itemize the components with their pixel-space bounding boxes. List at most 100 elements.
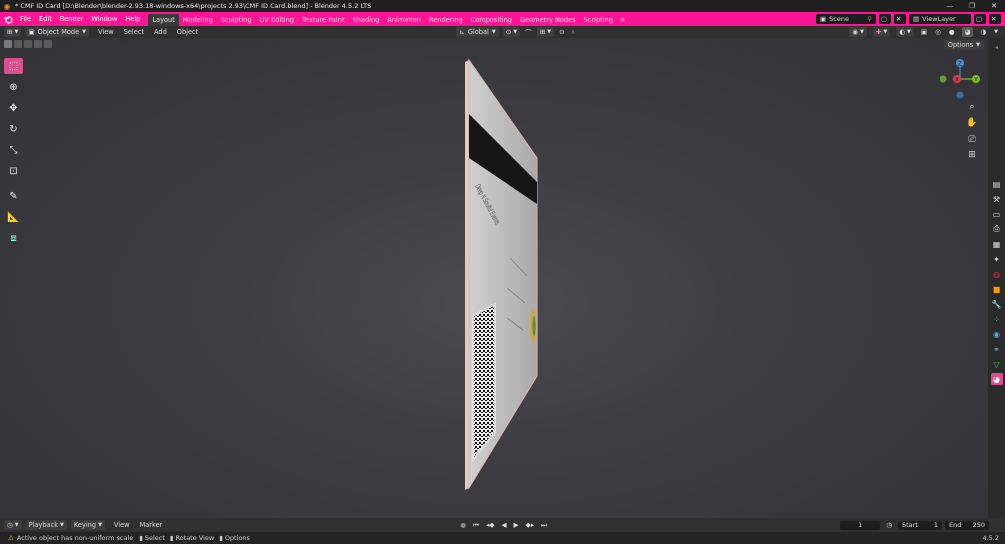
viewport-menu-object[interactable]: Object — [174, 27, 201, 37]
output-properties-icon[interactable]: ⎙ — [991, 223, 1003, 235]
material-shading-icon[interactable]: ◕ — [961, 27, 974, 37]
new-scene-icon[interactable]: ▢ — [879, 14, 891, 24]
modifier-properties-icon[interactable]: 🔧 — [991, 298, 1003, 310]
snap-toggle-icon[interactable]: ⌒ — [522, 27, 535, 37]
xray-icon[interactable]: ▣ — [918, 27, 930, 37]
object-properties-icon[interactable]: ■ — [991, 283, 1003, 295]
view-layer-properties-icon[interactable]: ▦ — [991, 238, 1003, 250]
minimize-button[interactable]: — — [939, 0, 961, 12]
options-button[interactable]: Options ▼ — [943, 40, 984, 50]
visibility-dropdown[interactable]: ◉ ▼ — [849, 27, 867, 37]
menu-edit[interactable]: Edit — [35, 12, 56, 26]
timeline-menu-marker[interactable]: Marker — [137, 520, 166, 530]
particles-properties-icon[interactable]: ⁘ — [991, 313, 1003, 325]
transform-tool-icon[interactable]: ⊡ — [4, 163, 23, 179]
transform-orientation-dropdown[interactable]: ⊾ Global ▼ — [456, 27, 499, 37]
tab-compositing[interactable]: Compositing — [467, 14, 516, 26]
editor-type-dropdown[interactable]: ⊞ ▼ — [4, 27, 22, 37]
jump-start-icon[interactable]: ⏮ — [470, 520, 482, 530]
select-box-tool-icon[interactable]: ⬚ — [4, 58, 23, 74]
pivot-point-dropdown[interactable]: ⊙ ▼ — [502, 27, 521, 37]
tab-uv-editing[interactable]: UV Editing — [256, 14, 298, 26]
preview-range-icon[interactable]: ◷ — [883, 520, 895, 530]
constraints-properties-icon[interactable]: ⚭ — [991, 343, 1003, 355]
mode-dropdown[interactable]: ▣ Object Mode ▼ — [25, 27, 90, 37]
tab-modeling[interactable]: Modeling — [179, 14, 217, 26]
annotate-tool-icon[interactable]: ✎ — [4, 188, 23, 204]
rotate-tool-icon[interactable]: ↻ — [4, 121, 23, 137]
tab-sculpting[interactable]: Sculpting — [217, 14, 256, 26]
3d-viewport[interactable]: Options ▼ ⬚ ⊕ ✥ ↻ ⤡ ⊡ ✎ 📐 ⧈ Deep N Soulf… — [0, 38, 988, 518]
snap-target-dropdown[interactable]: ⊞ ▼ — [536, 27, 555, 37]
prev-keyframe-icon[interactable]: ◂◆ — [483, 520, 497, 530]
keying-dropdown[interactable]: Keying ▼ — [70, 520, 105, 530]
shading-options-icon[interactable]: ▼ — [991, 27, 1001, 37]
scene-properties-icon[interactable]: ✦ — [991, 253, 1003, 265]
view-layer-selector[interactable]: ▤ ViewLayer — [909, 14, 971, 24]
add-cube-tool-icon[interactable]: ⧈ — [4, 230, 23, 246]
playback-dropdown[interactable]: Playback ▼ — [25, 520, 67, 530]
maximize-button[interactable]: ❐ — [961, 0, 983, 12]
select-extend-icon[interactable] — [14, 40, 22, 48]
tab-layout[interactable]: Layout — [148, 14, 179, 26]
move-tool-icon[interactable]: ✥ — [4, 100, 23, 116]
menu-help[interactable]: Help — [121, 12, 144, 26]
gizmo-neg-y-axis[interactable] — [940, 75, 947, 83]
solid-shading-icon[interactable]: ● — [946, 27, 958, 37]
tool-properties-icon[interactable]: ▤ — [991, 178, 1003, 190]
overlay-dropdown[interactable]: ◐ ▼ — [896, 27, 914, 37]
measure-tool-icon[interactable]: 📐 — [4, 209, 23, 225]
new-view-layer-icon[interactable]: ▢ — [974, 14, 986, 24]
current-frame-field[interactable]: 1 — [840, 520, 881, 530]
add-workspace-button[interactable]: + — [617, 14, 629, 26]
material-properties-icon[interactable]: ◕ — [990, 373, 1003, 385]
select-invert-icon[interactable] — [44, 40, 52, 48]
viewport-menu-add[interactable]: Add — [151, 27, 170, 37]
cursor-tool-icon[interactable]: ⊕ — [4, 79, 23, 95]
gizmo-neg-z-axis[interactable] — [956, 91, 964, 99]
scene-selector[interactable]: ▣ Scene ⚲ — [816, 14, 876, 24]
tab-animation[interactable]: Animation — [383, 14, 425, 26]
rendered-shading-icon[interactable]: ◑ — [977, 27, 989, 37]
tab-shading[interactable]: Shading — [349, 14, 384, 26]
gizmo-dropdown[interactable]: ✚ ▼ — [872, 27, 891, 37]
end-frame-field[interactable]: End 250 — [945, 520, 989, 530]
data-properties-icon[interactable]: ▽ — [991, 358, 1003, 370]
record-icon[interactable]: ● — [457, 520, 469, 530]
zoom-icon[interactable]: ⌕ — [966, 101, 978, 113]
select-intersect-icon[interactable] — [34, 40, 42, 48]
menu-render[interactable]: Render — [56, 12, 87, 26]
tab-scripting[interactable]: Scripting — [580, 14, 617, 26]
world-properties-icon[interactable]: ◍ — [991, 268, 1003, 280]
tab-texture-paint[interactable]: Texture Paint — [298, 14, 349, 26]
timeline-editor-type-dropdown[interactable]: ◷ ▼ — [4, 520, 22, 530]
play-icon[interactable]: ▶ — [511, 520, 522, 530]
play-reverse-icon[interactable]: ◀ — [498, 520, 509, 530]
close-button[interactable]: ✕ — [983, 0, 1005, 12]
id-card-object[interactable]: Deep N Soulful Events — [455, 58, 555, 498]
proportional-edit-icon[interactable]: ⊙ — [556, 27, 568, 37]
select-subtract-icon[interactable] — [24, 40, 32, 48]
scale-tool-icon[interactable]: ⤡ — [4, 142, 23, 158]
start-frame-field[interactable]: Start 1 — [898, 520, 942, 530]
collapse-arrow-icon[interactable]: ◂ — [991, 41, 1003, 53]
pan-hand-icon[interactable]: ✋ — [966, 117, 978, 129]
active-tool-icon[interactable]: ⚒ — [991, 193, 1003, 205]
menu-file[interactable]: File — [16, 12, 35, 26]
viewport-menu-view[interactable]: View — [95, 27, 117, 37]
navigation-gizmo[interactable]: Z Y X — [940, 58, 980, 100]
timeline-menu-view[interactable]: View — [111, 520, 133, 530]
render-properties-icon[interactable]: ▭ — [991, 208, 1003, 220]
physics-properties-icon[interactable]: ◉ — [991, 328, 1003, 340]
wireframe-shading-icon[interactable]: ◎ — [932, 27, 944, 37]
delete-view-layer-icon[interactable]: ✕ — [989, 14, 1001, 24]
tab-rendering[interactable]: Rendering — [425, 14, 467, 26]
camera-view-icon[interactable]: ⎚ — [966, 134, 978, 146]
delete-scene-icon[interactable]: ✕ — [894, 14, 906, 24]
perspective-grid-icon[interactable]: ⊞ — [966, 149, 978, 161]
select-new-icon[interactable] — [4, 40, 12, 48]
tab-geometry-nodes[interactable]: Geometry Nodes — [516, 14, 580, 26]
next-keyframe-icon[interactable]: ◆▸ — [523, 520, 537, 530]
menu-window[interactable]: Window — [87, 12, 121, 26]
blender-menu-icon[interactable] — [0, 12, 16, 26]
